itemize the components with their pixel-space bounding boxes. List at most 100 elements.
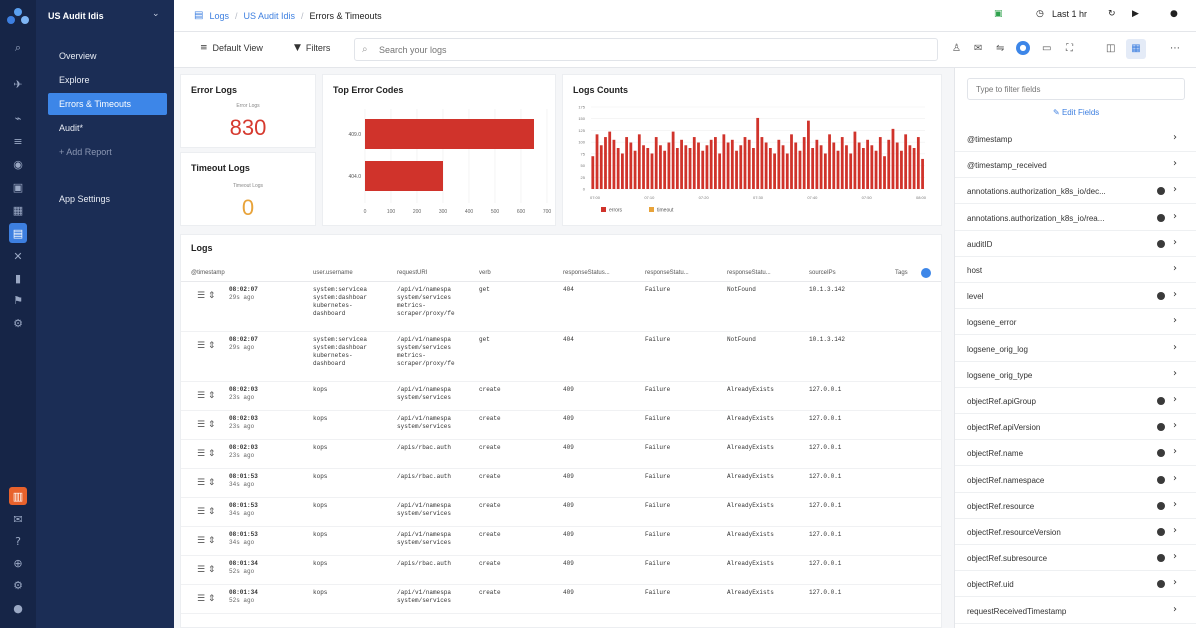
log-count-bar[interactable] — [878, 137, 882, 189]
default-view-button[interactable]: ≡ Default View — [200, 43, 263, 53]
field-item[interactable]: objectRef.uid › — [955, 571, 1196, 598]
log-count-bar[interactable] — [790, 134, 793, 189]
field-info-icon[interactable] — [1157, 449, 1165, 458]
table-row[interactable]: ☰ ⇕ 08:02:07 system:servicea system:dashbo… — [181, 282, 941, 332]
chevron-right-icon[interactable]: › — [1173, 551, 1177, 562]
field-item[interactable]: logsene_error › — [955, 309, 1196, 336]
log-count-bar[interactable] — [747, 139, 751, 189]
time-range-selector[interactable]: Last 1 hr — [1052, 9, 1087, 19]
export-icon[interactable]: ▭ — [1042, 43, 1051, 54]
column-header-timestamp[interactable]: @timestamp — [191, 265, 225, 281]
split-view-icon[interactable]: ◫ — [1106, 43, 1115, 54]
chevron-right-icon[interactable]: › — [1173, 184, 1177, 195]
log-count-bar[interactable] — [684, 145, 688, 189]
filters-button[interactable]: ▼ Filters — [294, 43, 330, 53]
search-icon[interactable]: ⌕ — [9, 40, 27, 56]
row-expand-icon[interactable]: ☰ ⇕ — [197, 536, 215, 546]
row-expand-icon[interactable]: ☰ ⇕ — [197, 507, 215, 517]
add-report-button[interactable]: + Add Report — [48, 141, 167, 163]
log-count-bar[interactable] — [692, 137, 696, 189]
live-tail-icon[interactable]: ● — [1016, 41, 1030, 55]
log-count-bar[interactable] — [671, 131, 675, 189]
log-count-bar[interactable] — [637, 134, 641, 189]
log-count-bar[interactable] — [718, 153, 722, 189]
column-header-username[interactable]: user.username — [313, 265, 353, 281]
log-count-bar[interactable] — [730, 139, 734, 189]
log-count-bar[interactable] — [861, 148, 865, 189]
column-header-tags[interactable]: Tags — [895, 265, 908, 281]
log-count-bar[interactable] — [599, 145, 603, 189]
log-count-bar[interactable] — [709, 139, 713, 189]
chevron-right-icon[interactable]: › — [1173, 289, 1177, 300]
chevron-right-icon[interactable]: › — [1173, 158, 1177, 169]
log-count-bar[interactable] — [904, 134, 908, 189]
settings-icon[interactable]: ⚙ — [9, 315, 27, 331]
field-item[interactable]: level › — [955, 283, 1196, 310]
table-row[interactable]: ☰ ⇕ 08:01:34 kops/api/v1/namespa system/se… — [181, 585, 941, 614]
log-count-bar[interactable] — [705, 145, 709, 189]
log-count-bar[interactable] — [608, 131, 612, 189]
log-count-bar[interactable] — [887, 139, 891, 189]
info-icon[interactable]: ● — [1170, 9, 1178, 19]
tags-info-icon[interactable] — [921, 268, 931, 278]
legend-label[interactable]: errors — [609, 208, 623, 214]
log-count-bar[interactable] — [680, 139, 683, 189]
chart-icon[interactable]: ⌁ — [9, 110, 27, 126]
log-count-bar[interactable] — [840, 137, 844, 189]
log-count-bar[interactable] — [629, 142, 633, 189]
field-info-icon[interactable] — [1157, 239, 1165, 248]
log-count-bar[interactable] — [912, 148, 916, 189]
chevron-right-icon[interactable]: › — [1173, 368, 1177, 379]
log-count-bar[interactable] — [853, 131, 857, 189]
nav-item-audit[interactable]: Audit* — [48, 117, 167, 139]
error-code-bar[interactable] — [365, 161, 443, 191]
help-icon[interactable]: ? — [9, 533, 27, 549]
log-count-bar[interactable] — [819, 145, 823, 189]
table-row[interactable]: ☰ ⇕ 08:02:07 system:servicea system:dashbo… — [181, 332, 941, 382]
log-count-bar[interactable] — [591, 156, 595, 189]
log-count-bar[interactable] — [768, 148, 772, 189]
row-expand-icon[interactable]: ☰ ⇕ — [197, 420, 215, 430]
log-count-bar[interactable] — [883, 156, 886, 189]
log-count-bar[interactable] — [921, 158, 924, 189]
table-view-icon[interactable]: ▦ — [1126, 39, 1146, 59]
field-item[interactable]: @timestamp_received › — [955, 152, 1196, 179]
log-count-bar[interactable] — [756, 117, 760, 189]
log-count-bar[interactable] — [781, 145, 785, 189]
log-count-bar[interactable] — [916, 137, 920, 189]
table-row[interactable]: ☰ ⇕ 08:01:34 kops/apis/rbac.auth create 409 F… — [181, 556, 941, 585]
log-count-bar[interactable] — [642, 145, 645, 189]
log-count-bar[interactable] — [798, 150, 802, 189]
log-count-bar[interactable] — [697, 142, 700, 189]
log-count-bar[interactable] — [764, 142, 768, 189]
log-count-bar[interactable] — [832, 142, 836, 189]
column-header-response-status[interactable]: responseStatu... — [645, 265, 689, 281]
field-item[interactable]: @timestamp › — [955, 126, 1196, 152]
log-count-bar[interactable] — [794, 142, 798, 189]
field-info-icon[interactable] — [1157, 475, 1165, 484]
column-header-request-uri[interactable]: requestURI — [397, 265, 427, 281]
field-item[interactable]: logsene_orig_type › — [955, 362, 1196, 388]
chevron-right-icon[interactable]: › — [1173, 446, 1177, 457]
globe-icon[interactable]: ⊕ — [9, 555, 27, 571]
field-item[interactable]: logsene_orig_log › — [955, 336, 1196, 362]
log-count-bar[interactable] — [823, 153, 827, 189]
nav-item-explore[interactable]: Explore — [48, 69, 167, 91]
chevron-right-icon[interactable]: › — [1173, 237, 1177, 248]
log-count-bar[interactable] — [654, 137, 658, 189]
table-row[interactable]: ☰ ⇕ 08:02:03 kops/api/v1/namespa system/se… — [181, 382, 941, 411]
chevron-right-icon[interactable]: › — [1173, 263, 1177, 274]
table-row[interactable]: ☰ ⇕ 08:01:53 kops/api/v1/namespa system/se… — [181, 527, 941, 556]
chevron-right-icon[interactable]: › — [1173, 604, 1177, 615]
column-header-response-code[interactable]: responseStatus... — [563, 265, 610, 281]
nav-item-app-settings[interactable]: App Settings — [48, 188, 167, 210]
edit-fields-button[interactable]: ✎ Edit Fields — [1053, 108, 1099, 117]
org-name[interactable]: US Audit Idis — [48, 11, 104, 21]
clock-icon[interactable]: ◷ — [1036, 9, 1044, 19]
log-count-bar[interactable] — [722, 134, 726, 189]
log-count-bar[interactable] — [595, 134, 599, 189]
fullscreen-icon[interactable]: ⛶ — [1066, 43, 1073, 54]
log-count-bar[interactable] — [659, 145, 662, 189]
field-item[interactable]: objectRef.name › — [955, 440, 1196, 467]
log-count-bar[interactable] — [625, 137, 629, 189]
